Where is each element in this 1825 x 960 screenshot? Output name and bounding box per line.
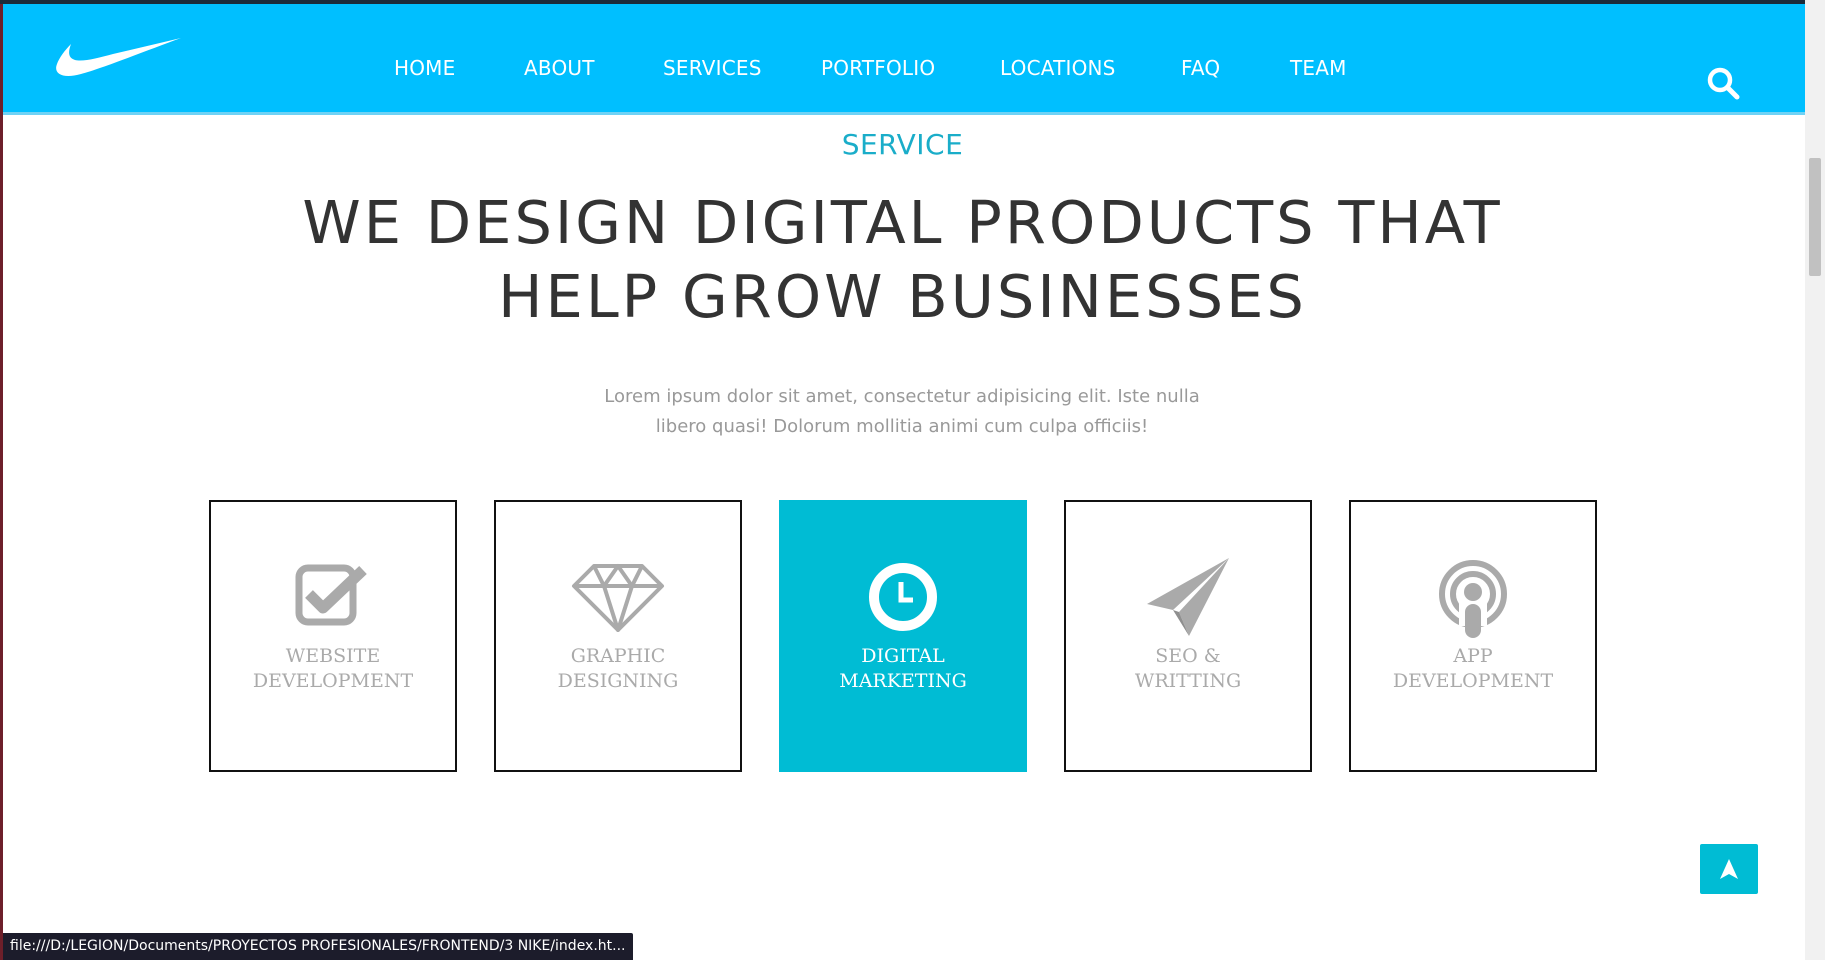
- service-card-label: WEBSITE DEVELOPMENT: [252, 645, 414, 692]
- service-card-label: DIGITAL MARKETING: [839, 645, 967, 692]
- back-to-top-button[interactable]: [1700, 844, 1758, 894]
- arrow-up-icon: [1720, 859, 1738, 879]
- service-card-website-development[interactable]: WEBSITE DEVELOPMENT: [209, 500, 457, 772]
- section-eyebrow: SERVICE: [841, 128, 964, 161]
- service-card-app-development[interactable]: APP DEVELOPMENT: [1349, 500, 1597, 772]
- paper-plane-icon: [1147, 558, 1229, 636]
- nav-faq[interactable]: FAQ: [1181, 56, 1220, 80]
- intro-line-1: Lorem ipsum dolor sit amet, consectetur …: [604, 386, 1200, 407]
- main-nav: HOME ABOUT SERVICES PORTFOLIO LOCATIONS …: [3, 56, 1805, 84]
- clock-icon: [869, 563, 937, 631]
- service-card-label: GRAPHIC DESIGNING: [557, 645, 679, 692]
- navbar: HOME ABOUT SERVICES PORTFOLIO LOCATIONS …: [3, 4, 1805, 115]
- headline-line-1: WE DESIGN DIGITAL PRODUCTS THAT: [302, 188, 1503, 257]
- service-card-seo-writting[interactable]: SEO & WRITTING: [1064, 500, 1312, 772]
- service-card-digital-marketing[interactable]: DIGITAL MARKETING: [779, 500, 1027, 772]
- section-intro: Lorem ipsum dolor sit amet, consectetur …: [602, 382, 1202, 442]
- diamond-icon: [572, 564, 664, 632]
- service-card-graphic-designing[interactable]: GRAPHIC DESIGNING: [494, 500, 742, 772]
- section-headline: WE DESIGN DIGITAL PRODUCTS THAT HELP GRO…: [0, 186, 1805, 334]
- search-icon: [1707, 67, 1740, 100]
- nav-team[interactable]: TEAM: [1290, 56, 1347, 80]
- page-scrollbar[interactable]: [1805, 0, 1825, 960]
- status-bar-url: file:///D:/LEGION/Documents/PROYECTOS PR…: [3, 933, 633, 960]
- headline-line-2: HELP GROW BUSINESSES: [498, 262, 1307, 331]
- nav-about[interactable]: ABOUT: [524, 56, 595, 80]
- scrollbar-thumb[interactable]: [1809, 158, 1821, 276]
- nav-home[interactable]: HOME: [394, 56, 455, 80]
- nav-services[interactable]: SERVICES: [663, 56, 762, 80]
- podcast-icon: [1439, 560, 1507, 638]
- checkbox-check-icon: [295, 564, 367, 626]
- service-card-label: APP DEVELOPMENT: [1392, 645, 1554, 692]
- nav-locations[interactable]: LOCATIONS: [1000, 56, 1116, 80]
- search-button[interactable]: [1706, 66, 1742, 102]
- service-card-label: SEO & WRITTING: [1134, 645, 1242, 692]
- nav-portfolio[interactable]: PORTFOLIO: [821, 56, 935, 80]
- intro-line-2: libero quasi! Dolorum mollitia animi cum…: [655, 416, 1149, 437]
